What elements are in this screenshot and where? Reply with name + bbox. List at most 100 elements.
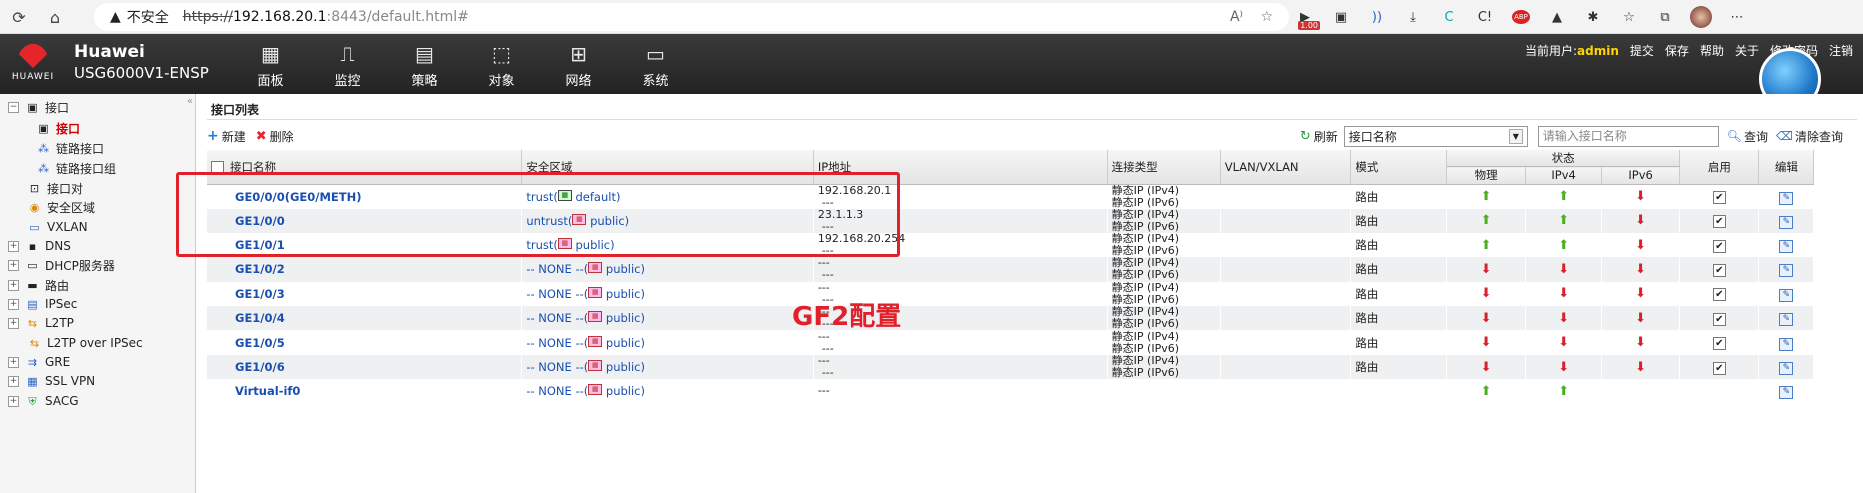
- interface-name-link[interactable]: GE1/0/0: [207, 208, 523, 233]
- extension-c-icon[interactable]: C: [1434, 2, 1464, 32]
- reload-icon[interactable]: ⟳: [4, 2, 34, 32]
- enable-checkbox[interactable]: ✔: [1712, 263, 1726, 277]
- expand-toggle-icon[interactable]: +: [8, 240, 19, 252]
- favorites-icon[interactable]: ☆: [1614, 2, 1644, 32]
- col-header-zone[interactable]: 安全区域: [521, 150, 814, 185]
- expand-toggle-icon[interactable]: +: [8, 259, 19, 271]
- edit-icon[interactable]: ✎: [1779, 313, 1794, 327]
- edit-icon[interactable]: ✎: [1779, 362, 1794, 376]
- vsys-link[interactable]: public): [606, 360, 645, 374]
- vsys-link[interactable]: public): [606, 311, 645, 325]
- enable-checkbox[interactable]: ✔: [1712, 191, 1726, 204]
- collapse-toggle-icon[interactable]: −: [8, 101, 19, 113]
- nav-network[interactable]: ⊞ 网络: [540, 42, 617, 89]
- more-menu-icon[interactable]: ⋯: [1722, 2, 1752, 32]
- nav-policy[interactable]: ▤ 策略: [386, 42, 463, 89]
- table-row[interactable]: GE0/0/0(GE0/METH) trust(▦ default) 192.168…: [207, 184, 1857, 209]
- extensions-puzzle-icon[interactable]: ✱: [1578, 2, 1608, 32]
- sidebar-item-security-zone[interactable]: ◉ 安全区域: [27, 196, 95, 218]
- read-aloud-icon[interactable]: A⁾: [1230, 9, 1243, 25]
- expand-toggle-icon[interactable]: +: [8, 356, 19, 368]
- new-button[interactable]: + 新建: [207, 128, 246, 145]
- vsys-link[interactable]: public): [576, 238, 615, 252]
- filter-field-select[interactable]: 接口名称 ▼: [1343, 125, 1528, 147]
- vsys-link[interactable]: public): [606, 287, 645, 301]
- extension-sound-icon[interactable]: )): [1362, 2, 1392, 32]
- interface-name-link[interactable]: GE1/0/2: [207, 257, 523, 282]
- address-bar[interactable]: ▲ 不安全 https://192.168.20.1:8443/default.…: [94, 3, 1289, 31]
- download-icon[interactable]: ⤓: [1398, 2, 1428, 32]
- nav-system[interactable]: ▭ 系统: [617, 42, 694, 89]
- expand-toggle-icon[interactable]: +: [8, 375, 19, 387]
- enable-checkbox[interactable]: ✔: [1712, 312, 1726, 326]
- commit-link[interactable]: 提交: [1630, 42, 1654, 59]
- interface-name-link[interactable]: GE1/0/6: [207, 354, 523, 380]
- table-row[interactable]: GE1/0/5 -- NONE --(▦ public) --- --- 静态IP (I…: [207, 330, 1857, 355]
- about-link[interactable]: 关于: [1735, 42, 1759, 59]
- delete-button[interactable]: ✖ 删除: [256, 128, 294, 145]
- vsys-link[interactable]: public): [606, 336, 645, 350]
- vsys-link[interactable]: default): [576, 190, 621, 204]
- interface-name-link[interactable]: GE0/0/0(GE0/METH): [207, 184, 523, 209]
- edit-icon[interactable]: ✎: [1779, 215, 1794, 229]
- vsys-link[interactable]: public): [606, 262, 645, 276]
- expand-toggle-icon[interactable]: +: [8, 317, 19, 329]
- extension-ci-icon[interactable]: C!: [1470, 2, 1500, 32]
- vsys-link[interactable]: public): [606, 384, 645, 398]
- expand-toggle-icon[interactable]: +: [8, 395, 19, 407]
- edit-icon[interactable]: ✎: [1779, 240, 1794, 254]
- interface-name-link[interactable]: GE1/0/4: [207, 306, 523, 331]
- zone-link[interactable]: -- NONE --(: [526, 360, 588, 374]
- zone-link[interactable]: trust(: [526, 238, 558, 252]
- sidebar-item-dhcp[interactable]: + ▭ DHCP服务器: [8, 254, 115, 276]
- interface-search-input[interactable]: [1537, 125, 1719, 147]
- sidebar-item-ssl-vpn[interactable]: + ▦ SSL VPN: [8, 370, 95, 392]
- query-button[interactable]: 🔍︎ 查询: [1727, 128, 1768, 145]
- edit-icon[interactable]: ✎: [1779, 337, 1794, 351]
- col-header-ip[interactable]: IP地址: [813, 150, 1108, 185]
- table-row[interactable]: GE1/0/1 trust(▦ public) 192.168.20.254 --- 静…: [207, 232, 1857, 258]
- profile-avatar-icon[interactable]: [1686, 2, 1716, 32]
- collapse-sidebar-icon[interactable]: «: [187, 96, 193, 107]
- table-row[interactable]: GE1/0/0 untrust(▦ public) 23.1.1.3 --- 静态IP …: [207, 208, 1857, 233]
- zone-link[interactable]: -- NONE --(: [526, 262, 588, 276]
- save-link[interactable]: 保存: [1665, 42, 1689, 59]
- table-row[interactable]: GE1/0/2 -- NONE --(▦ public) --- --- 静态IP (I…: [207, 257, 1857, 282]
- zone-link[interactable]: trust(: [526, 190, 558, 204]
- nav-monitor[interactable]: ⎍ 监控: [309, 42, 386, 89]
- edit-icon[interactable]: ✎: [1779, 386, 1794, 400]
- table-row[interactable]: GE1/0/3 -- NONE --(▦ public) --- --- 静态IP (I…: [207, 281, 1857, 307]
- interface-name-link[interactable]: GE1/0/5: [207, 330, 523, 355]
- help-link[interactable]: 帮助: [1700, 42, 1724, 59]
- interface-name-link[interactable]: GE1/0/3: [207, 281, 523, 307]
- enable-checkbox[interactable]: ✔: [1712, 288, 1726, 302]
- interface-name-link[interactable]: GE1/0/1: [207, 232, 523, 258]
- favorite-star-icon[interactable]: ☆: [1260, 9, 1273, 25]
- adblock-icon[interactable]: ABP: [1506, 2, 1536, 32]
- refresh-button[interactable]: ↻ 刷新: [1300, 128, 1338, 145]
- table-row[interactable]: Virtual-if0 -- NONE --(▦ public) --- ⬆ ⬆ ✎: [207, 379, 1857, 404]
- sidebar-item-sacg[interactable]: + ⛨ SACG: [8, 390, 79, 412]
- extension-mountain-icon[interactable]: ▲: [1542, 2, 1572, 32]
- logout-link[interactable]: 注销: [1829, 42, 1853, 59]
- collections-icon[interactable]: ⧉: [1650, 2, 1680, 32]
- vsys-link[interactable]: public): [590, 214, 629, 228]
- col-header-name[interactable]: 接口名称: [207, 150, 523, 185]
- enable-checkbox[interactable]: ✔: [1712, 215, 1726, 229]
- enable-checkbox[interactable]: ✔: [1712, 361, 1726, 375]
- col-header-vlan[interactable]: VLAN/VXLAN: [1220, 150, 1352, 185]
- edit-icon[interactable]: ✎: [1779, 264, 1794, 278]
- expand-toggle-icon[interactable]: +: [8, 298, 19, 310]
- sidebar-item-interface[interactable]: ▣ 接口: [36, 117, 80, 139]
- select-all-checkbox[interactable]: [211, 160, 224, 174]
- expand-toggle-icon[interactable]: +: [8, 279, 19, 291]
- edit-icon[interactable]: ✎: [1779, 191, 1794, 205]
- enable-checkbox[interactable]: ✔: [1712, 337, 1726, 351]
- nav-dashboard[interactable]: ▦ 面板: [232, 42, 309, 89]
- col-header-conn-type[interactable]: 连接类型: [1107, 150, 1221, 185]
- zone-link[interactable]: -- NONE --(: [526, 336, 588, 350]
- zone-link[interactable]: untrust(: [526, 214, 572, 228]
- extension-media-icon[interactable]: ▶ 1.00: [1290, 2, 1320, 32]
- table-row[interactable]: GE1/0/6 -- NONE --(▦ public) --- --- 静态IP (I…: [207, 354, 1857, 380]
- zone-link[interactable]: -- NONE --(: [526, 384, 588, 398]
